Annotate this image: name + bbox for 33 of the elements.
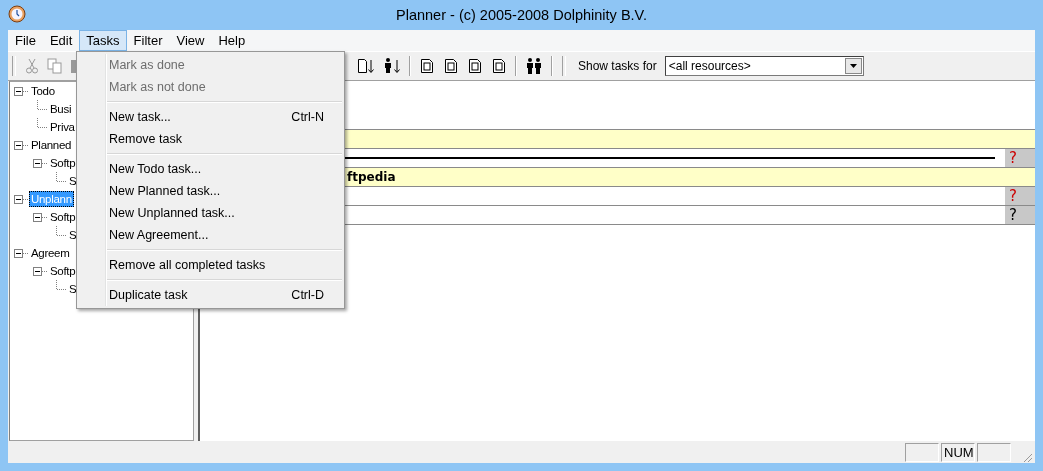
menu-item[interactable]: Edit [42,30,80,51]
menu-item[interactable]: View [169,30,212,51]
tree-item[interactable]: S [67,227,79,243]
menu-item[interactable]: Filter [126,30,170,51]
menu-option[interactable]: Remove all completed tasks [77,254,344,276]
menu-option[interactable]: Remove task [77,128,344,150]
menu-item[interactable]: File [8,30,43,51]
menu-item[interactable]: Tasks [79,30,127,51]
menu-option[interactable]: New Todo task... [77,158,344,180]
tree-item[interactable]: Softp [48,155,78,171]
status-mark: ? [1009,207,1017,223]
tree-item[interactable]: Todo [29,83,57,99]
menu-option[interactable]: New Agreement... [77,224,344,246]
status-mark: ? [1009,150,1017,166]
status-mark: ? [1009,188,1017,204]
menu-option[interactable]: Duplicate task Ctrl-D [77,284,344,306]
tree-item[interactable]: Agreem [29,245,72,261]
menu-option[interactable]: New task... Ctrl-N [77,106,344,128]
num-lock-indicator: NUM [941,442,975,462]
tree-item[interactable]: S [67,173,79,189]
group-title: ftpedia [346,170,396,184]
menu-option[interactable]: New Unplanned task... [77,202,344,224]
tree-item[interactable]: Softp [48,209,78,225]
tree-item[interactable]: Planned [29,137,74,153]
window-title: Planner - (c) 2005-2008 Dolphinity B.V. [396,7,647,23]
filter-label: Show tasks for [578,59,657,73]
menu-option[interactable]: New Planned task... [77,180,344,202]
tree-item[interactable]: Softp [48,263,78,279]
tree-item[interactable]: S [67,281,79,297]
tree-item[interactable]: Busi [48,101,74,117]
resource-dropdown[interactable]: <all resources> [664,56,864,76]
menu-item[interactable]: Help [211,30,253,51]
tree-item[interactable]: Priva [48,119,77,135]
